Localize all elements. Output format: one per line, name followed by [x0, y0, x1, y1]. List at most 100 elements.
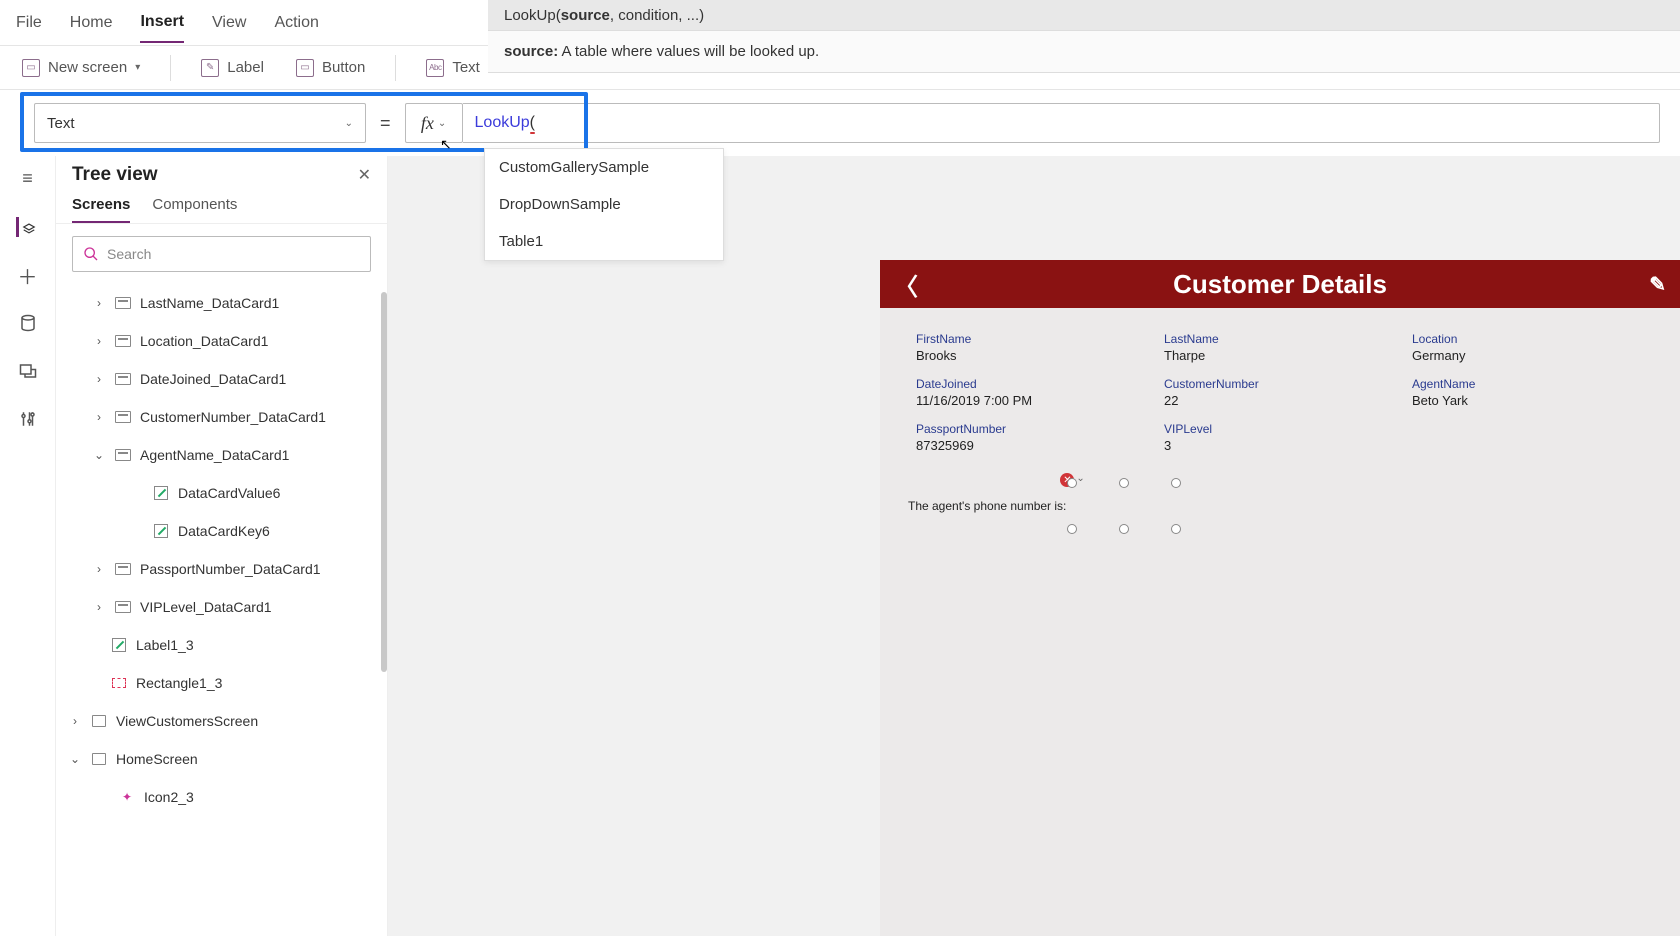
resize-handle[interactable]	[1119, 524, 1129, 534]
expand-icon[interactable]: ›	[92, 296, 106, 310]
property-select[interactable]: Text ⌄	[34, 103, 366, 143]
field-value-agentname: Beto Yark	[1412, 393, 1644, 408]
insert-button-button[interactable]: ▭ Button	[290, 55, 371, 81]
collapse-icon[interactable]: ⌄	[68, 752, 82, 766]
suggestion-item[interactable]: CustomGallerySample	[485, 149, 723, 186]
formula-input[interactable]: LookUp(	[463, 103, 1660, 143]
field-label-passportnumber: PassportNumber	[916, 422, 1148, 436]
scrollbar[interactable]	[381, 292, 387, 672]
field-label-location: Location	[1412, 332, 1644, 346]
tree-item-label: AgentName_DataCard1	[140, 447, 289, 463]
tree-item[interactable]: ›LastName_DataCard1	[62, 284, 381, 322]
app-canvas: 〈 Customer Details ✎ FirstName Brooks La…	[880, 260, 1680, 936]
formula-hint-panel: LookUp(source, condition, ...) source: A…	[488, 0, 1680, 73]
tree-view-icon[interactable]	[16, 217, 36, 237]
fx-button[interactable]: fx ⌄	[405, 103, 463, 143]
tree-item[interactable]: › PassportNumber_DataCard1	[62, 550, 381, 588]
tree-item[interactable]: ⌄ AgentName_DataCard1	[62, 436, 381, 474]
tree-item-label: Location_DataCard1	[140, 333, 268, 349]
tree-item-label: DateJoined_DataCard1	[140, 371, 286, 387]
suggestion-item[interactable]: Table1	[485, 223, 723, 260]
back-icon[interactable]: 〈	[894, 267, 918, 302]
expand-icon[interactable]: ›	[92, 600, 106, 614]
tree-item[interactable]: › Location_DataCard1	[62, 322, 381, 360]
close-icon[interactable]: ✕	[358, 165, 371, 185]
tree-item[interactable]: ✦Icon2_3	[62, 778, 381, 816]
hint-sig-bold: source	[561, 7, 610, 24]
formula-bar: Text ⌄ = fx ⌄ LookUp( ↖	[0, 90, 1680, 156]
datacard-icon	[114, 448, 132, 462]
tree-item[interactable]: ⌄HomeScreen	[62, 740, 381, 778]
field-value-firstname: Brooks	[916, 348, 1148, 363]
insert-label-button[interactable]: ✎ Label	[195, 55, 270, 81]
tree-search-input[interactable]: Search	[72, 236, 371, 272]
formula-function-name: LookUp	[475, 114, 530, 132]
expand-icon[interactable]: ›	[92, 562, 106, 576]
formula-suggestions-dropdown: CustomGallerySample DropDownSample Table…	[484, 148, 724, 261]
expand-icon[interactable]: ›	[92, 410, 106, 424]
field-value-lastname: Tharpe	[1164, 348, 1396, 363]
insert-text-label: Text	[452, 59, 480, 76]
resize-handle[interactable]	[1067, 524, 1077, 534]
screen-icon	[90, 714, 108, 728]
tree-item[interactable]: ›ViewCustomersScreen	[62, 702, 381, 740]
tree-item[interactable]: Rectangle1_3	[62, 664, 381, 702]
menu-home[interactable]: Home	[70, 4, 113, 42]
expand-icon[interactable]: ›	[68, 714, 82, 728]
chevron-down-icon: ⌄	[345, 118, 353, 129]
resize-handle[interactable]	[1171, 478, 1181, 488]
tree-item[interactable]: › DateJoined_DataCard1	[62, 360, 381, 398]
screen-header-title: Customer Details	[1173, 269, 1387, 300]
datacard-icon	[114, 562, 132, 576]
hint-sig-pre: LookUp(	[504, 7, 561, 24]
tab-screens[interactable]: Screens	[72, 196, 130, 223]
expand-icon[interactable]: ›	[92, 334, 106, 348]
hamburger-icon[interactable]: ≡	[22, 168, 33, 189]
tree-item[interactable]: DataCardValue6	[62, 474, 381, 512]
label-control-icon	[152, 524, 170, 538]
resize-handle[interactable]	[1171, 524, 1181, 534]
new-screen-button[interactable]: ▭ New screen ▾	[16, 55, 146, 81]
formula-signature: LookUp(source, condition, ...)	[488, 0, 1680, 30]
tree-view-pane: Tree view ✕ Screens Components Search ›L…	[56, 156, 388, 936]
media-icon[interactable]	[18, 361, 38, 381]
button-icon: ▭	[296, 59, 314, 77]
resize-handle[interactable]	[1067, 478, 1077, 488]
collapse-icon[interactable]: ⌄	[92, 448, 106, 462]
resize-handle[interactable]	[1119, 478, 1129, 488]
datacard-icon	[114, 600, 132, 614]
field-value-customernumber: 22	[1164, 393, 1396, 408]
edit-icon[interactable]: ✎	[1649, 272, 1666, 297]
screen-icon	[90, 752, 108, 766]
suggestion-item[interactable]: DropDownSample	[485, 186, 723, 223]
chevron-down-icon: ▾	[135, 62, 140, 73]
tree-item-label: DataCardKey6	[178, 523, 270, 539]
tab-components[interactable]: Components	[152, 196, 237, 223]
tree-item-label: PassportNumber_DataCard1	[140, 561, 321, 577]
canvas-area: 〈 Customer Details ✎ FirstName Brooks La…	[388, 156, 1680, 936]
menu-insert[interactable]: Insert	[140, 3, 184, 43]
advanced-tools-icon[interactable]	[18, 409, 38, 429]
datacard-icon	[114, 372, 132, 386]
property-select-value: Text	[47, 115, 75, 132]
insert-icon[interactable]: ＋	[18, 265, 38, 285]
field-value-datejoined: 11/16/2019 7:00 PM	[916, 393, 1148, 408]
menu-file[interactable]: File	[16, 4, 42, 42]
tree-item[interactable]: ›VIPLevel_DataCard1	[62, 588, 381, 626]
expand-icon[interactable]: ›	[92, 372, 106, 386]
tree-item[interactable]: Label1_3	[62, 626, 381, 664]
menu-view[interactable]: View	[212, 4, 246, 42]
tree-item-label: CustomerNumber_DataCard1	[140, 409, 326, 425]
data-icon[interactable]	[18, 313, 38, 333]
agent-phone-label: The agent's phone number is:	[908, 499, 1066, 513]
selected-label-control[interactable]: ✕ ⌄	[1072, 483, 1176, 529]
menu-action[interactable]: Action	[274, 4, 318, 42]
chevron-down-icon[interactable]: ⌄	[1076, 473, 1084, 484]
formula-arg-description: source: A table where values will be loo…	[488, 30, 1680, 73]
insert-label-text: Label	[227, 59, 264, 76]
field-label-viplevel: VIPLevel	[1164, 422, 1396, 436]
tree-item[interactable]: DataCardKey6	[62, 512, 381, 550]
tree-item-label: DataCardValue6	[178, 485, 280, 501]
tree-item[interactable]: › CustomerNumber_DataCard1	[62, 398, 381, 436]
field-label-datejoined: DateJoined	[916, 377, 1148, 391]
